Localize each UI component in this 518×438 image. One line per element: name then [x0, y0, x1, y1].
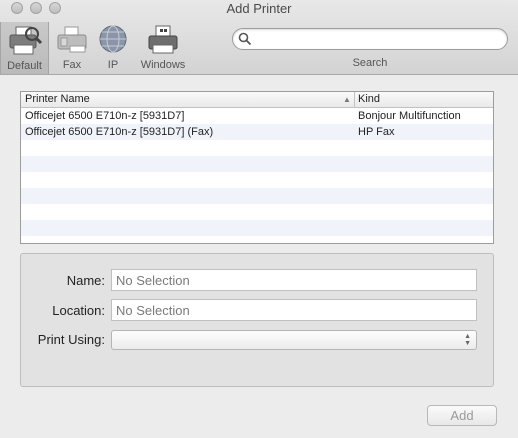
empty-row — [21, 156, 493, 172]
fax-icon — [57, 26, 87, 53]
search-label: Search — [352, 57, 388, 69]
printer-details-group: Name: No Selection Location: No Selectio… — [20, 253, 494, 387]
toolbar-windows-button[interactable]: Windows — [135, 24, 191, 72]
printer-name-cell: Officejet 6500 E710n-z [5931D7] (Fax) — [25, 126, 214, 138]
empty-row — [21, 220, 493, 236]
globe-icon — [99, 25, 127, 53]
search-field[interactable] — [232, 28, 508, 50]
search-input[interactable] — [255, 31, 504, 49]
window-title: Add Printer — [226, 1, 292, 16]
empty-row — [21, 140, 493, 156]
toolbar-windows-label: Windows — [140, 59, 186, 71]
toolbar-default-button[interactable]: Default — [0, 22, 49, 74]
name-field[interactable]: No Selection — [111, 269, 477, 291]
empty-row — [21, 204, 493, 220]
table-row[interactable]: Officejet 6500 E710n-z [5931D7] (Fax) HP… — [21, 124, 493, 140]
stepper-arrows-icon: ▲ ▼ — [464, 333, 471, 347]
column-header-kind[interactable]: Kind — [358, 93, 380, 105]
table-body: Officejet 6500 E710n-z [5931D7] Bonjour … — [21, 108, 493, 236]
printer-list-table[interactable]: Printer Name ▲ Kind Officejet 6500 E710n… — [20, 91, 494, 244]
location-field[interactable]: No Selection — [111, 299, 477, 321]
toolbar-ip-label: IP — [107, 59, 119, 71]
empty-row — [21, 172, 493, 188]
location-label: Location: — [52, 303, 105, 318]
toolbar-default-label: Default — [7, 60, 42, 72]
toolbar-ip-button[interactable]: IP — [89, 24, 137, 72]
printer-kind-cell: HP Fax — [358, 126, 395, 138]
column-divider[interactable] — [354, 92, 355, 107]
printer-icon — [9, 26, 42, 55]
empty-row — [21, 188, 493, 204]
windows-printer-icon — [148, 25, 178, 54]
column-header-printer-name[interactable]: Printer Name — [25, 93, 90, 105]
name-label: Name: — [66, 273, 105, 288]
printer-kind-cell: Bonjour Multifunction — [358, 110, 461, 122]
add-button[interactable]: Add — [427, 405, 497, 426]
print-using-select[interactable]: ▲ ▼ — [111, 330, 477, 350]
print-using-label: Print Using: — [37, 332, 105, 347]
title-bar: Add Printer Default Fax IP Windows Searc… — [0, 0, 518, 75]
printer-name-cell: Officejet 6500 E710n-z [5931D7] — [25, 110, 185, 122]
table-header: Printer Name ▲ Kind — [21, 92, 493, 108]
table-row[interactable]: Officejet 6500 E710n-z [5931D7] Bonjour … — [21, 108, 493, 124]
search-icon — [238, 32, 252, 46]
sort-ascending-icon: ▲ — [343, 95, 351, 104]
